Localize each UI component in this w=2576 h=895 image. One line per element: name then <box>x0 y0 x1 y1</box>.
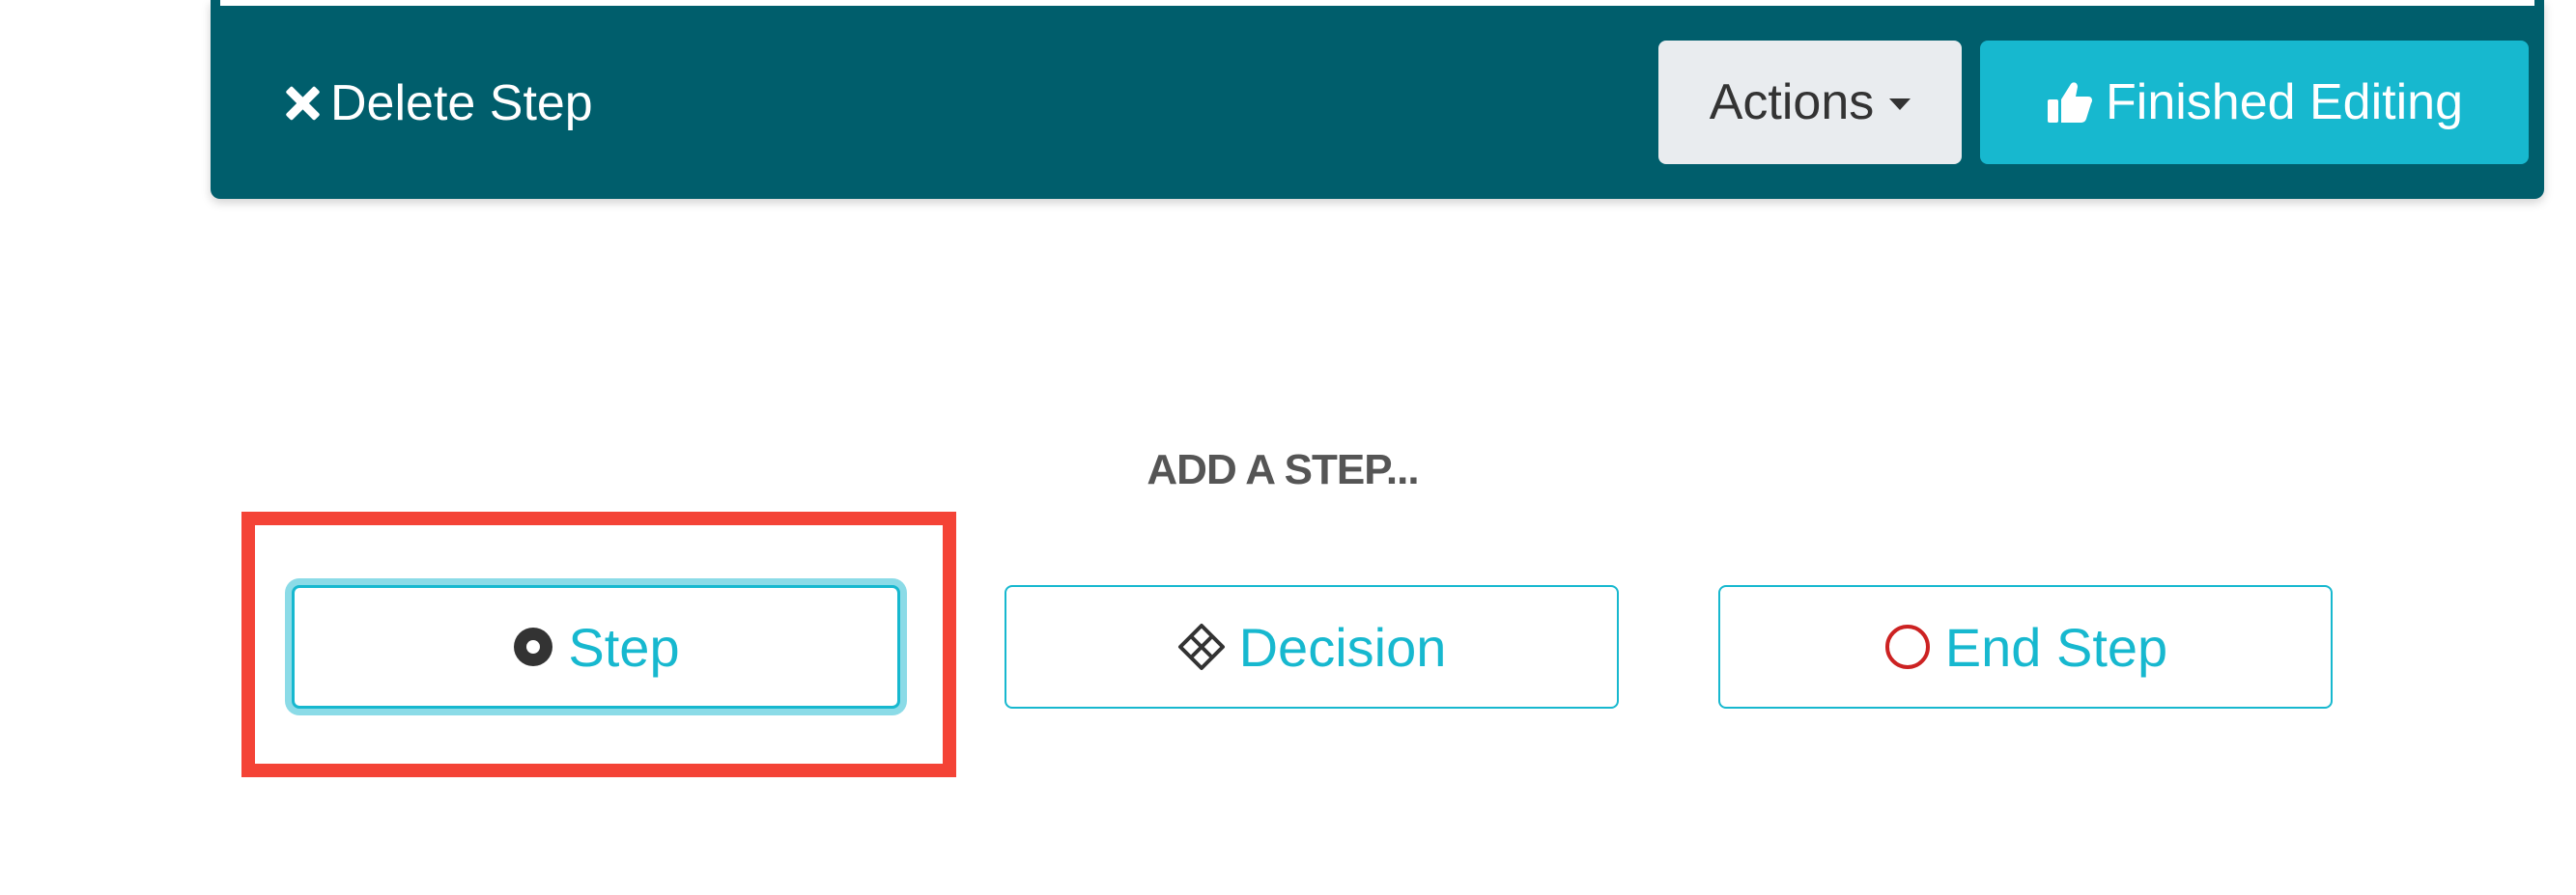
thumbs-up-icon <box>2046 80 2094 125</box>
finished-editing-button[interactable]: Finished Editing <box>1980 41 2529 164</box>
diamond-icon <box>1177 623 1226 671</box>
add-step-button[interactable]: Step <box>292 585 900 709</box>
add-step-heading: ADD A STEP... <box>1146 446 1419 493</box>
actions-label: Actions <box>1709 74 1875 130</box>
add-end-step-label: End Step <box>1944 616 2168 678</box>
add-decision-button[interactable]: Decision <box>1005 585 1619 709</box>
add-decision-label: Decision <box>1238 616 1447 678</box>
step-card-footer: Delete Step Actions Finished Editing <box>211 0 2544 199</box>
add-end-step-button[interactable]: End Step <box>1718 585 2333 709</box>
caret-down-icon <box>1889 98 1911 110</box>
actions-dropdown-button[interactable]: Actions <box>1658 41 1962 164</box>
add-step-label: Step <box>568 616 680 678</box>
delete-step-label: Delete Step <box>330 75 593 131</box>
delete-step-link[interactable]: Delete Step <box>284 70 593 137</box>
close-icon <box>284 85 321 122</box>
finished-editing-label: Finished Editing <box>2106 74 2463 130</box>
circle-icon <box>1883 623 1932 671</box>
step-card-body-edge <box>220 0 2534 6</box>
dot-circle-icon <box>512 626 554 668</box>
